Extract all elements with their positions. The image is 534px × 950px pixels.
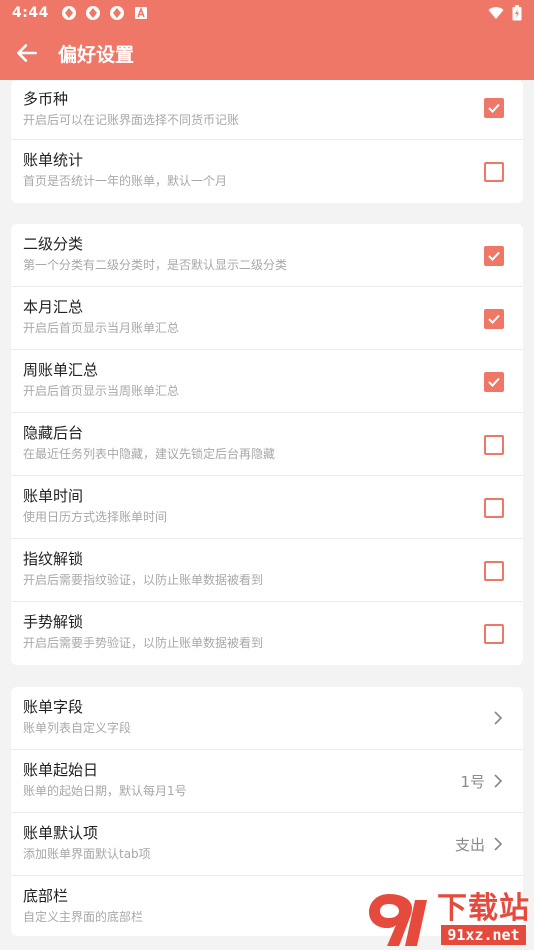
setting-multi-currency[interactable]: 多币种 开启后可以在记账界面选择不同货币记账 [11,80,523,140]
setting-subcategory[interactable]: 二级分类 第一个分类有二级分类时，是否默认显示二级分类 [11,224,523,287]
setting-subtitle: 开启后首页显示当月账单汇总 [23,321,180,335]
multi-currency-checkbox[interactable] [484,98,504,118]
setting-title: 指纹解锁 [23,550,84,568]
a-notification-icon [134,6,147,19]
bill-time-checkbox[interactable] [484,498,504,518]
setting-subtitle: 首页是否统计一年的账单，默认一个月 [23,174,228,188]
setting-title: 多币种 [23,90,69,108]
setting-subtitle: 开启后首页显示当周账单汇总 [23,384,180,398]
app-notification-icon [109,6,124,20]
fingerprint-unlock-checkbox[interactable] [484,561,504,581]
setting-subtitle: 第一个分类有二级分类时，是否默认显示二级分类 [23,258,288,272]
setting-title: 隐藏后台 [23,424,84,442]
page-title: 偏好设置 [58,43,135,66]
setting-value: 1号 [460,773,485,791]
setting-value: 支出 [454,836,485,854]
battery-icon [512,5,522,21]
watermark: 下载站 91xz.net [360,888,534,950]
setting-subtitle: 添加账单界面默认tab项 [23,847,151,861]
status-bar: 4:44 [0,0,534,26]
setting-title: 本月汇总 [23,298,84,316]
setting-bill-statistics[interactable]: 账单统计 首页是否统计一年的账单，默认一个月 [11,140,523,203]
back-arrow-icon[interactable] [14,40,40,66]
setting-title: 周账单汇总 [23,361,99,379]
chevron-right-icon [494,774,503,788]
setting-subtitle: 开启后需要指纹验证，以防止账单数据被看到 [23,573,264,587]
status-time: 4:44 [12,5,49,21]
app-notification-icon [85,6,100,20]
setting-bill-time[interactable]: 账单时间 使用日历方式选择账单时间 [11,476,523,539]
weekly-summary-checkbox[interactable] [484,372,504,392]
subcategory-checkbox[interactable] [484,246,504,266]
watermark-text: 下载站 91xz.net [437,893,530,945]
app-bar: 偏好设置 [0,26,534,80]
app-notification-icon [61,6,76,20]
watermark-logo [369,894,427,946]
setting-subtitle: 开启后可以在记账界面选择不同货币记账 [23,113,240,127]
setting-bill-start-day[interactable]: 账单起始日 账单的起始日期，默认每月1号 1号 [11,750,523,813]
setting-subtitle: 在最近任务列表中隐藏，建议先锁定后台再隐藏 [23,447,276,461]
setting-subtitle: 开启后需要手势验证，以防止账单数据被看到 [23,636,264,650]
setting-fingerprint-unlock[interactable]: 指纹解锁 开启后需要指纹验证，以防止账单数据被看到 [11,539,523,602]
chevron-right-icon [494,837,503,851]
wifi-icon [488,7,504,20]
bill-statistics-checkbox[interactable] [484,162,504,182]
setting-title: 账单时间 [23,487,84,505]
settings-group-currency: 多币种 开启后可以在记账界面选择不同货币记账 账单统计 首页是否统计一年的账单，… [11,80,523,203]
hide-background-checkbox[interactable] [484,435,504,455]
settings-group-display: 二级分类 第一个分类有二级分类时，是否默认显示二级分类 本月汇总 开启后首页显示… [11,224,523,665]
check-icon [488,103,500,113]
setting-monthly-summary[interactable]: 本月汇总 开启后首页显示当月账单汇总 [11,287,523,350]
chevron-right-icon [494,711,503,725]
setting-title: 账单字段 [23,698,84,716]
check-icon [488,314,500,324]
setting-subtitle: 使用日历方式选择账单时间 [23,510,168,524]
setting-title: 二级分类 [23,235,84,253]
check-icon [488,377,500,387]
check-icon [488,251,500,261]
setting-subtitle: 账单列表自定义字段 [23,721,132,735]
watermark-cn: 下载站 [437,891,530,926]
setting-title: 账单起始日 [23,761,99,779]
setting-weekly-summary[interactable]: 周账单汇总 开启后首页显示当周账单汇总 [11,350,523,413]
setting-title: 账单统计 [23,151,84,169]
monthly-summary-checkbox[interactable] [484,309,504,329]
setting-bill-fields[interactable]: 账单字段 账单列表自定义字段 [11,687,523,750]
watermark-url: 91xz.net [441,925,526,945]
setting-hide-background[interactable]: 隐藏后台 在最近任务列表中隐藏，建议先锁定后台再隐藏 [11,413,523,476]
setting-title: 账单默认项 [23,824,99,842]
gesture-unlock-checkbox[interactable] [484,624,504,644]
setting-bill-default-item[interactable]: 账单默认项 添加账单界面默认tab项 支出 [11,813,523,876]
setting-title: 手势解锁 [23,613,84,631]
setting-gesture-unlock[interactable]: 手势解锁 开启后需要手势验证，以防止账单数据被看到 [11,602,523,665]
setting-subtitle: 账单的起始日期，默认每月1号 [23,784,187,798]
